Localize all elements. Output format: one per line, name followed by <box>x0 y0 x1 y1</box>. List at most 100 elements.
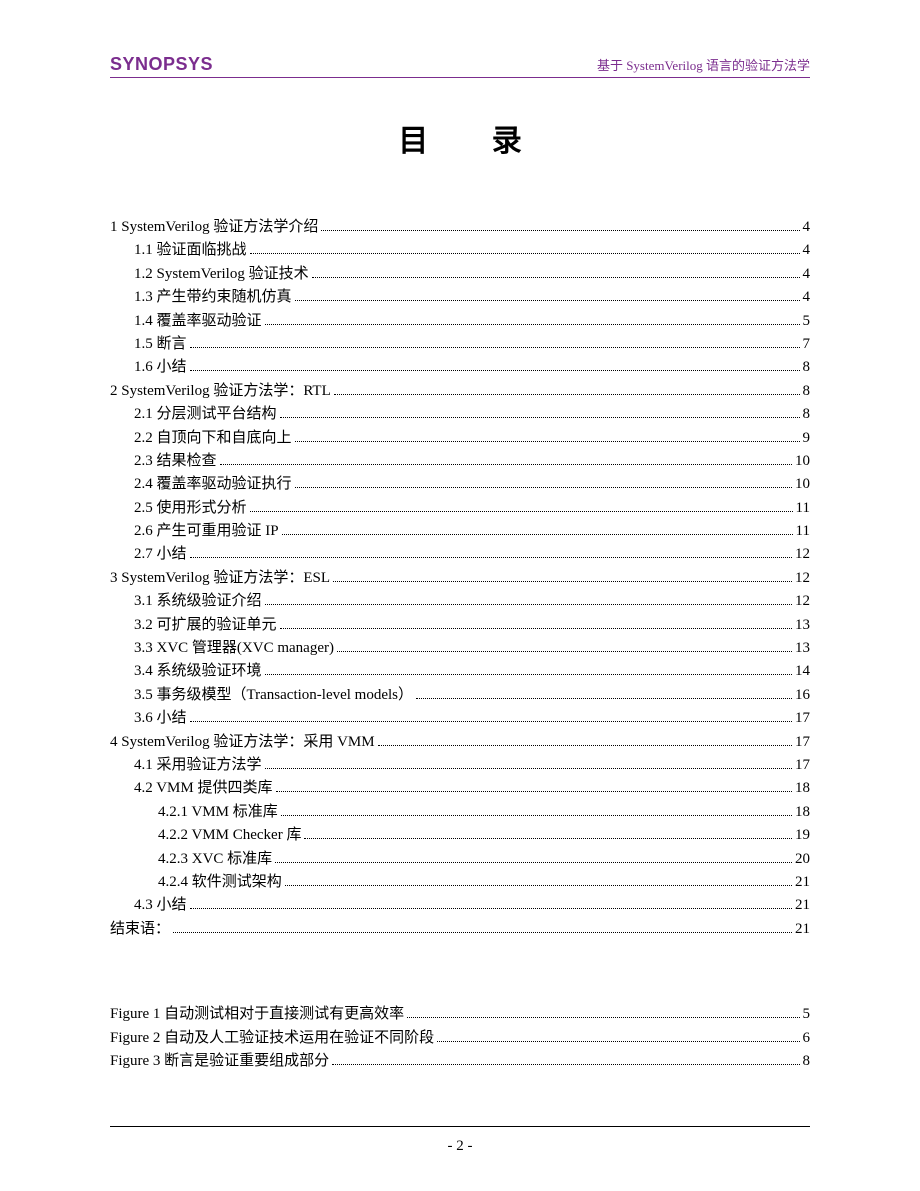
toc-entry-label: 2.6 产生可重用验证 IP <box>134 520 279 543</box>
leader-dots <box>173 932 792 933</box>
toc-entry-label: 3.5 事务级模型（Transaction-level models） <box>134 684 413 707</box>
toc-entry-label: 4.2.1 VMM 标准库 <box>158 801 278 824</box>
toc-entry-page: 21 <box>795 894 810 917</box>
leader-dots <box>295 487 792 488</box>
toc-entry-label: 1.1 验证面临挑战 <box>134 239 247 262</box>
toc-entry-page: 12 <box>795 590 810 613</box>
footer-rule <box>110 1126 810 1127</box>
toc-entry-label: 4.2 VMM 提供四类库 <box>134 777 273 800</box>
leader-dots <box>437 1041 799 1042</box>
toc-entry: 3.3 XVC 管理器(XVC manager) 13 <box>110 637 810 660</box>
toc-entry-page: 8 <box>803 380 811 403</box>
figures-entry-page: 8 <box>803 1050 811 1073</box>
toc-entry-page: 18 <box>795 801 810 824</box>
toc-entry-label: 4 SystemVerilog 验证方法学：采用 VMM <box>110 731 375 754</box>
toc-entry: 3.4 系统级验证环境 14 <box>110 660 810 683</box>
toc-entry: 2.5 使用形式分析 11 <box>110 497 810 520</box>
leader-dots <box>265 674 792 675</box>
toc-entry-label: 4.2.2 VMM Checker 库 <box>158 824 301 847</box>
toc-entry-page: 4 <box>803 239 811 262</box>
toc-entry: 4.2.4 软件测试架构 21 <box>110 871 810 894</box>
toc-entry-page: 8 <box>803 356 811 379</box>
toc-entry: 3.5 事务级模型（Transaction-level models） 16 <box>110 684 810 707</box>
toc-entry: 1.3 产生带约束随机仿真 4 <box>110 286 810 309</box>
toc-entry: 结束语： 21 <box>110 918 810 941</box>
leader-dots <box>407 1017 799 1018</box>
toc-entry-label: 3.1 系统级验证介绍 <box>134 590 262 613</box>
figures-list: Figure 1 自动测试相对于直接测试有更高效率 5Figure 2 自动及人… <box>110 1003 810 1073</box>
toc-entry: 4.1 采用验证方法学 17 <box>110 754 810 777</box>
leader-dots <box>265 604 792 605</box>
toc-entry: 2.2 自顶向下和自底向上 9 <box>110 427 810 450</box>
toc-entry-page: 4 <box>803 286 811 309</box>
toc-entry: 2.6 产生可重用验证 IP 11 <box>110 520 810 543</box>
leader-dots <box>312 277 800 278</box>
toc-entry-page: 19 <box>795 824 810 847</box>
toc-entry-label: 2.7 小结 <box>134 543 187 566</box>
toc-entry: 2.3 结果检查 10 <box>110 450 810 473</box>
toc-entry: 1.4 覆盖率驱动验证 5 <box>110 310 810 333</box>
leader-dots <box>337 651 792 652</box>
toc-entry-page: 9 <box>803 427 811 450</box>
toc-entry-page: 7 <box>803 333 811 356</box>
leader-dots <box>190 370 800 371</box>
leader-dots <box>190 908 792 909</box>
toc-entry: 2.4 覆盖率驱动验证执行 10 <box>110 473 810 496</box>
toc-entry-label: 2.4 覆盖率驱动验证执行 <box>134 473 292 496</box>
leader-dots <box>220 464 792 465</box>
toc-entry-label: 4.3 小结 <box>134 894 187 917</box>
toc-entry-page: 10 <box>795 450 810 473</box>
leader-dots <box>321 230 799 231</box>
leader-dots <box>265 324 800 325</box>
leader-dots <box>275 862 792 863</box>
leader-dots <box>190 557 792 558</box>
toc-entry: 4.3 小结 21 <box>110 894 810 917</box>
toc-entry: 4.2 VMM 提供四类库 18 <box>110 777 810 800</box>
leader-dots <box>285 885 792 886</box>
toc-entry-page: 20 <box>795 848 810 871</box>
leader-dots <box>276 791 793 792</box>
toc-entry-page: 18 <box>795 777 810 800</box>
toc-entry: 3 SystemVerilog 验证方法学：ESL 12 <box>110 567 810 590</box>
toc-entry-label: 3 SystemVerilog 验证方法学：ESL <box>110 567 330 590</box>
toc-entry-label: 1 SystemVerilog 验证方法学介绍 <box>110 216 318 239</box>
leader-dots <box>378 745 792 746</box>
figures-entry: Figure 2 自动及人工验证技术运用在验证不同阶段6 <box>110 1027 810 1050</box>
toc-entry-page: 4 <box>803 263 811 286</box>
toc-entry: 3.1 系统级验证介绍 12 <box>110 590 810 613</box>
header-doc-title: 基于 SystemVerilog 语言的验证方法学 <box>597 55 810 74</box>
toc-entry-label: 3.3 XVC 管理器(XVC manager) <box>134 637 334 660</box>
toc-entry-label: 3.6 小结 <box>134 707 187 730</box>
leader-dots <box>333 581 792 582</box>
figures-entry-page: 6 <box>803 1027 811 1050</box>
figures-entry-label: Figure 3 断言是验证重要组成部分 <box>110 1050 329 1073</box>
leader-dots <box>250 511 793 512</box>
leader-dots <box>190 347 800 348</box>
toc-entry-page: 11 <box>796 520 810 543</box>
toc-entry: 1.5 断言 7 <box>110 333 810 356</box>
toc-entry-label: 1.3 产生带约束随机仿真 <box>134 286 292 309</box>
toc-entry: 2.7 小结 12 <box>110 543 810 566</box>
toc-entry: 2.1 分层测试平台结构 8 <box>110 403 810 426</box>
toc-entry-label: 2.1 分层测试平台结构 <box>134 403 277 426</box>
leader-dots <box>250 253 800 254</box>
toc-title: 目 录 <box>110 116 810 160</box>
toc-entry-page: 5 <box>803 310 811 333</box>
leader-dots <box>332 1064 799 1065</box>
toc-entry-label: 1.6 小结 <box>134 356 187 379</box>
figures-entry-label: Figure 1 自动测试相对于直接测试有更高效率 <box>110 1003 404 1026</box>
leader-dots <box>334 394 800 395</box>
toc-entry-label: 4.2.3 XVC 标准库 <box>158 848 272 871</box>
leader-dots <box>304 838 792 839</box>
toc-entry-label: 2.3 结果检查 <box>134 450 217 473</box>
figures-entry: Figure 3 断言是验证重要组成部分 8 <box>110 1050 810 1073</box>
toc-entry-page: 16 <box>795 684 810 707</box>
toc-entry: 3.6 小结 17 <box>110 707 810 730</box>
toc-entry-page: 8 <box>803 403 811 426</box>
page-number: - 2 - <box>0 1138 920 1155</box>
toc-entry-page: 4 <box>803 216 811 239</box>
toc-entry-label: 3.2 可扩展的验证单元 <box>134 614 277 637</box>
toc-entry-page: 12 <box>795 567 810 590</box>
leader-dots <box>295 441 800 442</box>
toc-entry-page: 14 <box>795 660 810 683</box>
